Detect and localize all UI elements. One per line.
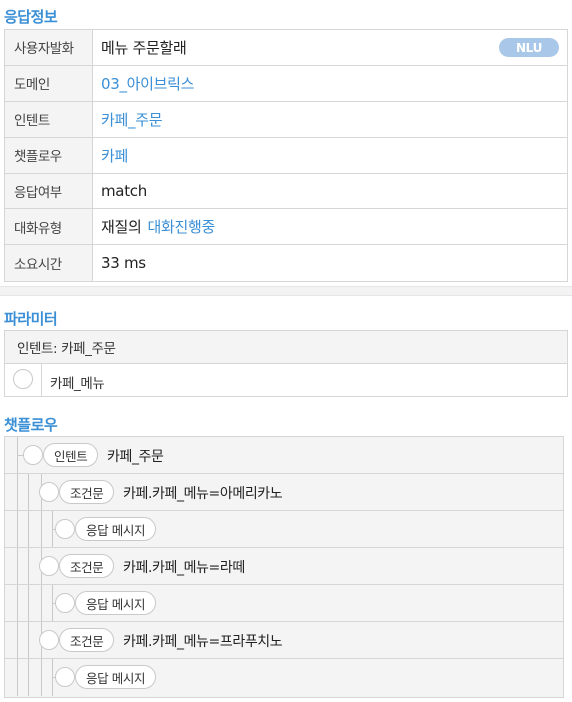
node-toggle[interactable] (55, 519, 75, 539)
response-info-title: 응답정보 (4, 8, 58, 26)
flow-node-text: 카페.카페_메뉴=아메리카노 (123, 486, 283, 502)
tree-line (41, 511, 42, 547)
info-row-dialog-type: 대화유형 재질의 대화진행중 (5, 209, 567, 246)
parameters-title: 파라미터 (4, 310, 58, 328)
tree-line (28, 511, 29, 547)
info-row-utterance: 사용자발화 메뉴 주문할래 NLU (5, 30, 567, 66)
flow-row: 조건문 카페.카페_메뉴=아메리카노 (5, 474, 563, 511)
tree-line (17, 659, 18, 696)
condition-tag[interactable]: 조건문 (59, 480, 115, 504)
info-label: 인텐트 (5, 101, 93, 137)
condition-tag[interactable]: 조건문 (59, 554, 115, 578)
node-toggle[interactable] (55, 667, 75, 687)
chatflow-tree: 인텐트 카페_주문 조건문 카페.카페_메뉴=아메리카노 응답 메시지 조건문 … (4, 436, 564, 698)
tree-line (28, 659, 29, 696)
dialog-type-value: 재질의 대화진행중 (93, 209, 567, 244)
tree-line (28, 548, 29, 584)
elapsed-value: 33 ms (101, 254, 146, 273)
parameter-separator (41, 364, 42, 396)
info-row-intent: 인텐트 카페_주문 (5, 101, 567, 138)
response-message-tag[interactable]: 응답 메시지 (75, 591, 157, 615)
chatflow-title: 챗플로우 (4, 416, 58, 434)
info-row-match: 응답여부 match (5, 173, 567, 210)
node-toggle[interactable] (55, 593, 75, 613)
intent-tag[interactable]: 인텐트 (43, 443, 99, 467)
parameter-radio[interactable] (13, 369, 33, 389)
response-message-tag[interactable]: 응답 메시지 (75, 517, 157, 541)
match-value: match (101, 182, 147, 200)
info-label: 응답여부 (5, 173, 93, 209)
dialog-type-prefix: 재질의 (101, 218, 142, 237)
tree-line (28, 622, 29, 658)
flow-node-text: 카페.카페_메뉴=프라푸치노 (123, 634, 283, 650)
node-toggle[interactable] (39, 556, 59, 576)
tree-line (17, 548, 18, 584)
chatflow-link[interactable]: 카페 (93, 138, 567, 173)
flow-row: 조건문 카페.카페_메뉴=프라푸치노 (5, 622, 563, 659)
response-message-tag[interactable]: 응답 메시지 (75, 665, 157, 689)
info-label: 소요시간 (5, 245, 93, 282)
flow-row: 인텐트 카페_주문 (5, 437, 563, 474)
flow-node-text: 카페.카페_메뉴=라떼 (123, 560, 245, 576)
domain-link[interactable]: 03_아이브릭스 (93, 66, 567, 101)
info-label: 대화유형 (5, 209, 93, 245)
info-label: 챗플로우 (5, 137, 93, 173)
parameter-item[interactable]: 카페_메뉴 (5, 364, 567, 396)
dialog-state-link[interactable]: 대화진행중 (148, 216, 216, 237)
tree-line (41, 585, 42, 621)
parameters-header: 인텐트: 카페_주문 (5, 331, 567, 364)
flow-row: 응답 메시지 (5, 511, 563, 548)
section-divider (0, 286, 572, 296)
tree-line (17, 622, 18, 658)
tree-line (41, 659, 42, 696)
flow-node-text: 카페_주문 (107, 449, 164, 465)
nlu-badge[interactable]: NLU (499, 38, 559, 57)
intent-link[interactable]: 카페_주문 (93, 102, 567, 137)
node-toggle[interactable] (39, 630, 59, 650)
info-row-domain: 도메인 03_아이브릭스 (5, 65, 567, 102)
tree-line (17, 511, 18, 547)
parameter-label: 카페_메뉴 (50, 376, 105, 392)
info-row-chatflow: 챗플로우 카페 (5, 137, 567, 174)
info-label: 도메인 (5, 65, 93, 101)
parameters-box: 인텐트: 카페_주문 카페_메뉴 (4, 330, 568, 397)
response-info-table: 사용자발화 메뉴 주문할래 NLU 도메인 03_아이브릭스 인텐트 카페_주문… (4, 29, 568, 283)
tree-line (17, 585, 18, 621)
node-toggle[interactable] (23, 445, 43, 465)
info-label: 사용자발화 (5, 30, 93, 65)
tree-line (28, 585, 29, 621)
tree-line (17, 474, 18, 510)
info-row-elapsed: 소요시간 33 ms (5, 245, 567, 282)
node-toggle[interactable] (39, 482, 59, 502)
utterance-text: 메뉴 주문할래 (101, 38, 187, 57)
flow-row: 응답 메시지 (5, 659, 563, 696)
flow-row: 응답 메시지 (5, 585, 563, 622)
tree-line (28, 474, 29, 510)
info-value-utterance: 메뉴 주문할래 NLU (93, 30, 567, 65)
condition-tag[interactable]: 조건문 (59, 628, 115, 652)
flow-row: 조건문 카페.카페_메뉴=라떼 (5, 548, 563, 585)
